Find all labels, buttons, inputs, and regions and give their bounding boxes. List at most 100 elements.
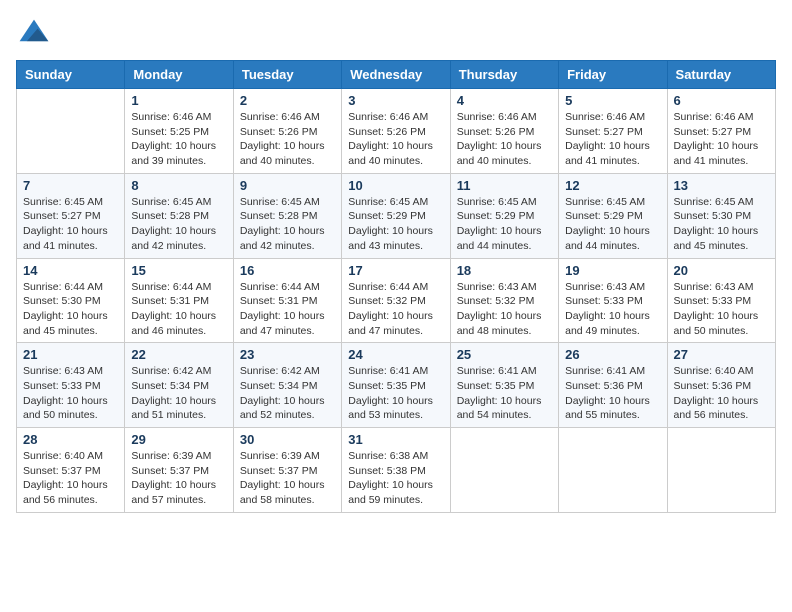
day-info: Sunrise: 6:40 AMSunset: 5:36 PMDaylight:…: [674, 364, 769, 423]
day-number: 15: [131, 263, 226, 278]
calendar-cell: 31 Sunrise: 6:38 AMSunset: 5:38 PMDayligh…: [342, 428, 450, 513]
calendar-cell: 12 Sunrise: 6:45 AMSunset: 5:29 PMDayligh…: [559, 173, 667, 258]
day-info: Sunrise: 6:44 AMSunset: 5:30 PMDaylight:…: [23, 280, 118, 339]
day-info: Sunrise: 6:44 AMSunset: 5:32 PMDaylight:…: [348, 280, 443, 339]
day-number: 5: [565, 93, 660, 108]
calendar-cell: 26 Sunrise: 6:41 AMSunset: 5:36 PMDayligh…: [559, 343, 667, 428]
day-number: 27: [674, 347, 769, 362]
calendar-cell: [667, 428, 775, 513]
day-info: Sunrise: 6:43 AMSunset: 5:32 PMDaylight:…: [457, 280, 552, 339]
calendar-cell: 28Sunrise: 6:40 AMSunset: 5:37 PMDayligh…: [17, 428, 125, 513]
calendar-week-4: 21 Sunrise: 6:43 AMSunset: 5:33 PMDayligh…: [17, 343, 776, 428]
day-info: Sunrise: 6:45 AMSunset: 5:27 PMDaylight:…: [23, 195, 118, 254]
calendar-cell: [559, 428, 667, 513]
calendar-cell: 24 Sunrise: 6:41 AMSunset: 5:35 PMDayligh…: [342, 343, 450, 428]
logo-icon: [16, 16, 52, 52]
header-wednesday: Wednesday: [342, 61, 450, 89]
day-info: Sunrise: 6:42 AMSunset: 5:34 PMDaylight:…: [240, 364, 335, 423]
header-tuesday: Tuesday: [233, 61, 341, 89]
calendar-cell: 27 Sunrise: 6:40 AMSunset: 5:36 PMDayligh…: [667, 343, 775, 428]
calendar-cell: 20 Sunrise: 6:43 AMSunset: 5:33 PMDayligh…: [667, 258, 775, 343]
day-number: 25: [457, 347, 552, 362]
calendar-week-2: 7 Sunrise: 6:45 AMSunset: 5:27 PMDaylight…: [17, 173, 776, 258]
calendar-cell: 22 Sunrise: 6:42 AMSunset: 5:34 PMDayligh…: [125, 343, 233, 428]
day-number: 2: [240, 93, 335, 108]
calendar-cell: [450, 428, 558, 513]
day-number: 11: [457, 178, 552, 193]
calendar-cell: 4Sunrise: 6:46 AMSunset: 5:26 PMDaylight…: [450, 89, 558, 174]
calendar-cell: 10Sunrise: 6:45 AMSunset: 5:29 PMDayligh…: [342, 173, 450, 258]
calendar-cell: 19Sunrise: 6:43 AMSunset: 5:33 PMDayligh…: [559, 258, 667, 343]
day-info: Sunrise: 6:46 AMSunset: 5:27 PMDaylight:…: [565, 110, 660, 169]
calendar-cell: 17 Sunrise: 6:44 AMSunset: 5:32 PMDayligh…: [342, 258, 450, 343]
calendar-cell: 25 Sunrise: 6:41 AMSunset: 5:35 PMDayligh…: [450, 343, 558, 428]
header-friday: Friday: [559, 61, 667, 89]
day-info: Sunrise: 6:45 AMSunset: 5:29 PMDaylight:…: [457, 195, 552, 254]
day-number: 26: [565, 347, 660, 362]
day-info: Sunrise: 6:43 AMSunset: 5:33 PMDaylight:…: [674, 280, 769, 339]
day-info: Sunrise: 6:44 AMSunset: 5:31 PMDaylight:…: [131, 280, 226, 339]
day-info: Sunrise: 6:46 AMSunset: 5:26 PMDaylight:…: [240, 110, 335, 169]
header-monday: Monday: [125, 61, 233, 89]
day-info: Sunrise: 6:45 AMSunset: 5:28 PMDaylight:…: [240, 195, 335, 254]
calendar-week-3: 14 Sunrise: 6:44 AMSunset: 5:30 PMDayligh…: [17, 258, 776, 343]
day-number: 12: [565, 178, 660, 193]
calendar-cell: 13 Sunrise: 6:45 AMSunset: 5:30 PMDayligh…: [667, 173, 775, 258]
calendar-cell: 8Sunrise: 6:45 AMSunset: 5:28 PMDaylight…: [125, 173, 233, 258]
day-info: Sunrise: 6:42 AMSunset: 5:34 PMDaylight:…: [131, 364, 226, 423]
day-number: 29: [131, 432, 226, 447]
day-info: Sunrise: 6:41 AMSunset: 5:35 PMDaylight:…: [457, 364, 552, 423]
day-info: Sunrise: 6:39 AMSunset: 5:37 PMDaylight:…: [240, 449, 335, 508]
calendar-header-row: SundayMondayTuesdayWednesdayThursdayFrid…: [17, 61, 776, 89]
day-number: 6: [674, 93, 769, 108]
calendar-cell: 29 Sunrise: 6:39 AMSunset: 5:37 PMDayligh…: [125, 428, 233, 513]
day-info: Sunrise: 6:38 AMSunset: 5:38 PMDaylight:…: [348, 449, 443, 508]
calendar-cell: 16Sunrise: 6:44 AMSunset: 5:31 PMDayligh…: [233, 258, 341, 343]
header-sunday: Sunday: [17, 61, 125, 89]
day-info: Sunrise: 6:44 AMSunset: 5:31 PMDaylight:…: [240, 280, 335, 339]
day-number: 20: [674, 263, 769, 278]
day-number: 22: [131, 347, 226, 362]
day-number: 17: [348, 263, 443, 278]
day-info: Sunrise: 6:46 AMSunset: 5:26 PMDaylight:…: [348, 110, 443, 169]
day-number: 30: [240, 432, 335, 447]
day-info: Sunrise: 6:41 AMSunset: 5:35 PMDaylight:…: [348, 364, 443, 423]
day-info: Sunrise: 6:46 AMSunset: 5:27 PMDaylight:…: [674, 110, 769, 169]
day-number: 31: [348, 432, 443, 447]
day-info: Sunrise: 6:46 AMSunset: 5:25 PMDaylight:…: [131, 110, 226, 169]
calendar-cell: 18 Sunrise: 6:43 AMSunset: 5:32 PMDayligh…: [450, 258, 558, 343]
header-thursday: Thursday: [450, 61, 558, 89]
day-number: 3: [348, 93, 443, 108]
day-info: Sunrise: 6:43 AMSunset: 5:33 PMDaylight:…: [565, 280, 660, 339]
day-number: 4: [457, 93, 552, 108]
calendar-cell: 9 Sunrise: 6:45 AMSunset: 5:28 PMDaylight…: [233, 173, 341, 258]
calendar-cell: 21 Sunrise: 6:43 AMSunset: 5:33 PMDayligh…: [17, 343, 125, 428]
calendar-cell: 11 Sunrise: 6:45 AMSunset: 5:29 PMDayligh…: [450, 173, 558, 258]
calendar-cell: 3 Sunrise: 6:46 AMSunset: 5:26 PMDaylight…: [342, 89, 450, 174]
day-info: Sunrise: 6:41 AMSunset: 5:36 PMDaylight:…: [565, 364, 660, 423]
calendar-cell: 6 Sunrise: 6:46 AMSunset: 5:27 PMDaylight…: [667, 89, 775, 174]
page-header: [16, 16, 776, 52]
calendar-cell: 7 Sunrise: 6:45 AMSunset: 5:27 PMDaylight…: [17, 173, 125, 258]
day-number: 18: [457, 263, 552, 278]
day-info: Sunrise: 6:45 AMSunset: 5:30 PMDaylight:…: [674, 195, 769, 254]
header-saturday: Saturday: [667, 61, 775, 89]
day-number: 9: [240, 178, 335, 193]
day-number: 13: [674, 178, 769, 193]
calendar-cell: 1 Sunrise: 6:46 AMSunset: 5:25 PMDaylight…: [125, 89, 233, 174]
calendar-cell: 5 Sunrise: 6:46 AMSunset: 5:27 PMDaylight…: [559, 89, 667, 174]
day-info: Sunrise: 6:39 AMSunset: 5:37 PMDaylight:…: [131, 449, 226, 508]
day-number: 21: [23, 347, 118, 362]
day-number: 10: [348, 178, 443, 193]
day-number: 23: [240, 347, 335, 362]
calendar-week-1: 1 Sunrise: 6:46 AMSunset: 5:25 PMDaylight…: [17, 89, 776, 174]
day-info: Sunrise: 6:45 AMSunset: 5:29 PMDaylight:…: [565, 195, 660, 254]
day-number: 7: [23, 178, 118, 193]
day-info: Sunrise: 6:45 AMSunset: 5:28 PMDaylight:…: [131, 195, 226, 254]
day-number: 24: [348, 347, 443, 362]
calendar-cell: [17, 89, 125, 174]
day-number: 1: [131, 93, 226, 108]
day-number: 14: [23, 263, 118, 278]
calendar-cell: 14 Sunrise: 6:44 AMSunset: 5:30 PMDayligh…: [17, 258, 125, 343]
day-info: Sunrise: 6:43 AMSunset: 5:33 PMDaylight:…: [23, 364, 118, 423]
